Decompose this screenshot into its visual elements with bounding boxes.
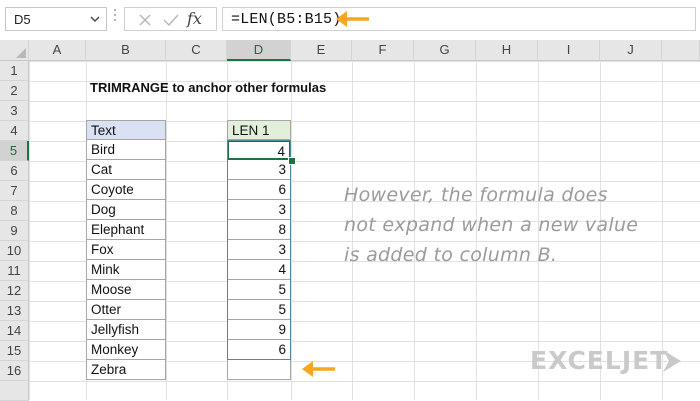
formula-text: =LEN(B5:B15) xyxy=(231,11,342,28)
row-header-17[interactable] xyxy=(0,381,29,401)
text-header-cell[interactable]: Text xyxy=(86,120,166,140)
len-cell[interactable]: 5 xyxy=(227,300,291,320)
fill-handle[interactable] xyxy=(288,157,296,165)
cancel-icon[interactable] xyxy=(138,13,152,27)
formula-bar: D5 fx =LEN(B5:B15) xyxy=(0,0,700,40)
column-header-b[interactable]: B xyxy=(86,40,166,61)
row-header-3[interactable]: 3 xyxy=(0,101,29,121)
row-header-16[interactable]: 16 xyxy=(0,361,29,381)
formula-buttons: fx xyxy=(124,7,217,31)
row-header-9[interactable]: 9 xyxy=(0,221,29,241)
len-cell[interactable]: 3 xyxy=(227,240,291,260)
text-cell[interactable]: Otter xyxy=(86,300,166,320)
select-all-corner[interactable] xyxy=(0,40,29,61)
empty-len-cell[interactable] xyxy=(227,360,291,380)
text-cell[interactable]: Jellyfish xyxy=(86,320,166,340)
row-header-5[interactable]: 5 xyxy=(0,141,29,161)
column-header-e[interactable]: E xyxy=(291,40,352,61)
text-cell[interactable]: Coyote xyxy=(86,180,166,200)
column-header-f[interactable]: F xyxy=(352,40,414,61)
row-header-11[interactable]: 11 xyxy=(0,261,29,281)
row-header-4[interactable]: 4 xyxy=(0,121,29,141)
drag-handle-icon[interactable] xyxy=(114,9,116,29)
text-cell[interactable]: Monkey xyxy=(86,340,166,360)
row-header-14[interactable]: 14 xyxy=(0,321,29,341)
check-icon[interactable] xyxy=(163,13,179,27)
text-cell[interactable]: Dog xyxy=(86,200,166,220)
column-header-a[interactable]: A xyxy=(29,40,86,61)
len-cell[interactable]: 6 xyxy=(227,180,291,200)
column-header-d[interactable]: D xyxy=(227,40,291,61)
text-cell[interactable]: Elephant xyxy=(86,220,166,240)
arrow-left-icon xyxy=(336,11,369,27)
chevron-down-icon[interactable] xyxy=(90,14,100,24)
annotation-note: However, the formula does not expand whe… xyxy=(344,184,639,266)
exceljet-logo: EXCELJET xyxy=(530,346,669,375)
row-header-12[interactable]: 12 xyxy=(0,281,29,301)
row-header-15[interactable]: 15 xyxy=(0,341,29,361)
len-cell[interactable]: 9 xyxy=(227,320,291,340)
active-len-cell[interactable]: 4 xyxy=(227,140,291,160)
len-cell[interactable]: 3 xyxy=(227,160,291,180)
row-header-8[interactable]: 8 xyxy=(0,201,29,221)
len-cell[interactable]: 4 xyxy=(227,260,291,280)
text-cell[interactable]: Zebra xyxy=(86,360,166,380)
len-header-cell[interactable]: LEN 1 xyxy=(227,120,291,140)
column-header-h[interactable]: H xyxy=(476,40,538,61)
name-box-value: D5 xyxy=(14,12,31,27)
text-cell[interactable]: Moose xyxy=(86,280,166,300)
row-header-13[interactable]: 13 xyxy=(0,301,29,321)
len-cell[interactable]: 8 xyxy=(227,220,291,240)
text-cell[interactable]: Cat xyxy=(86,160,166,180)
len-cell[interactable]: 6 xyxy=(227,340,291,360)
len-cell[interactable]: 3 xyxy=(227,200,291,220)
text-cell[interactable]: Mink xyxy=(86,260,166,280)
column-header-g[interactable]: G xyxy=(414,40,476,61)
column-header-i[interactable]: I xyxy=(538,40,600,61)
name-box[interactable]: D5 xyxy=(5,7,107,31)
exceljet-logo-mark xyxy=(663,350,681,372)
row-header-2[interactable]: 2 xyxy=(0,81,29,101)
sheet-title: TRIMRANGE to anchor other formulas xyxy=(90,80,327,95)
formula-input[interactable]: =LEN(B5:B15) xyxy=(222,7,696,31)
column-header-k[interactable] xyxy=(662,40,700,61)
row-header-7[interactable]: 7 xyxy=(0,181,29,201)
insert-function-button[interactable]: fx xyxy=(187,9,202,28)
text-cell[interactable]: Bird xyxy=(86,140,166,160)
text-cell[interactable]: Fox xyxy=(86,240,166,260)
arrow-left-icon xyxy=(302,361,335,377)
column-header-j[interactable]: J xyxy=(600,40,662,61)
row-header-1[interactable]: 1 xyxy=(0,61,29,81)
row-header-10[interactable]: 10 xyxy=(0,241,29,261)
column-header-c[interactable]: C xyxy=(166,40,227,61)
len-cell[interactable]: 5 xyxy=(227,280,291,300)
row-header-6[interactable]: 6 xyxy=(0,161,29,181)
